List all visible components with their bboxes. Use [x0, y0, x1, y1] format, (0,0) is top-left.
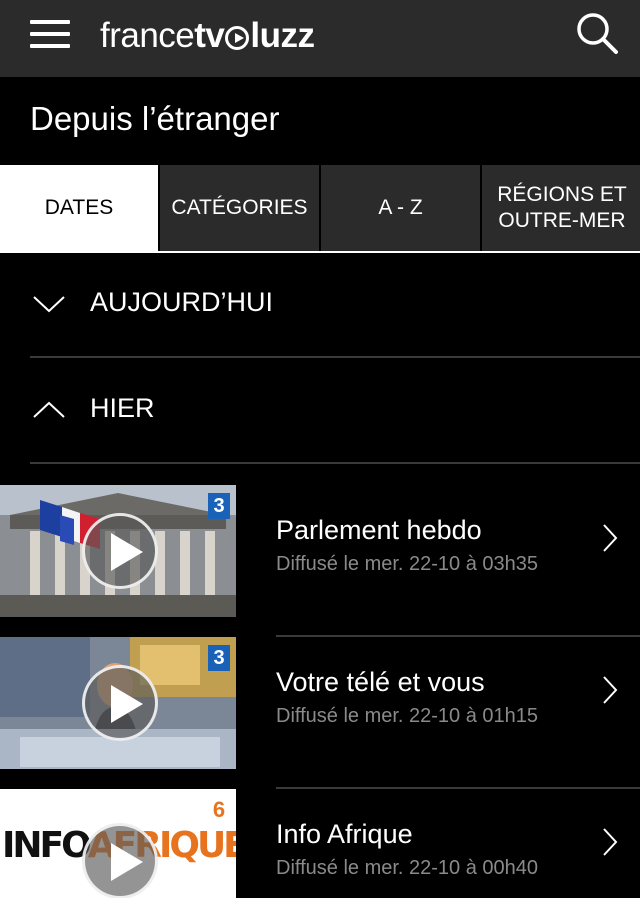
- hamburger-menu-icon[interactable]: [30, 20, 70, 48]
- accordion-today[interactable]: AUJOURD’HUI: [0, 253, 640, 358]
- channel-badge: 3: [208, 645, 230, 671]
- divider: [30, 356, 640, 358]
- program-thumbnail: INFOAFRIQUE 6: [0, 789, 236, 898]
- accordion-label-today: AUJOURD’HUI: [90, 287, 274, 317]
- tab-dates[interactable]: DATES: [0, 165, 158, 251]
- chevron-right-icon[interactable]: [602, 827, 618, 857]
- program-thumbnail: 3: [0, 637, 236, 769]
- play-icon[interactable]: [82, 513, 158, 589]
- divider: [30, 462, 640, 464]
- play-logo-icon: [225, 26, 250, 50]
- tab-regions-label: RÉGIONS ET OUTRE-MER: [497, 183, 627, 232]
- accordion-yesterday[interactable]: HIER: [0, 359, 640, 464]
- tab-a-z[interactable]: A - Z: [321, 165, 480, 251]
- program-title: Votre télé et vous: [276, 667, 485, 697]
- top-bar: france tv luzz: [0, 0, 640, 77]
- chevron-right-icon[interactable]: [602, 675, 618, 705]
- play-icon[interactable]: [82, 665, 158, 741]
- page-title: Depuis l’étranger: [30, 100, 280, 137]
- program-broadcast-date: Diffusé le mer. 22-10 à 03h35: [276, 553, 539, 575]
- channel-badge: 6: [212, 797, 226, 822]
- program-broadcast-date: Diffusé le mer. 22-10 à 00h40: [276, 857, 539, 879]
- program-title: Parlement hebdo: [276, 515, 482, 545]
- play-icon[interactable]: [82, 823, 158, 898]
- program-title: Info Afrique: [276, 819, 413, 849]
- accordion-label-yesterday: HIER: [90, 393, 155, 423]
- chevron-down-icon: [33, 296, 65, 313]
- program-item-parlement-hebdo[interactable]: 3 Parlement hebdo Diffusé le mer. 22-10 …: [0, 485, 640, 637]
- program-item-votre-tele-et-vous[interactable]: 3 Votre télé et vous Diffusé le mer. 22-…: [0, 637, 640, 789]
- francetv-pluzz-logo[interactable]: france tv luzz: [100, 14, 315, 58]
- program-item-info-afrique[interactable]: INFOAFRIQUE 6 Info Afrique Diffusé le me…: [0, 789, 640, 898]
- chevron-right-icon[interactable]: [602, 523, 618, 553]
- program-broadcast-date: Diffusé le mer. 22-10 à 01h15: [276, 705, 539, 727]
- program-thumbnail: 3: [0, 485, 236, 617]
- tab-categories[interactable]: CATÉGORIES: [160, 165, 319, 251]
- channel-badge: 3: [208, 493, 230, 519]
- chevron-up-icon: [33, 401, 65, 418]
- tab-regions-outre-mer[interactable]: RÉGIONS ET OUTRE-MER: [482, 165, 640, 251]
- tab-bar: DATES CATÉGORIES A - Z RÉGIONS ET OUTRE-…: [0, 165, 640, 251]
- search-icon[interactable]: [576, 12, 618, 54]
